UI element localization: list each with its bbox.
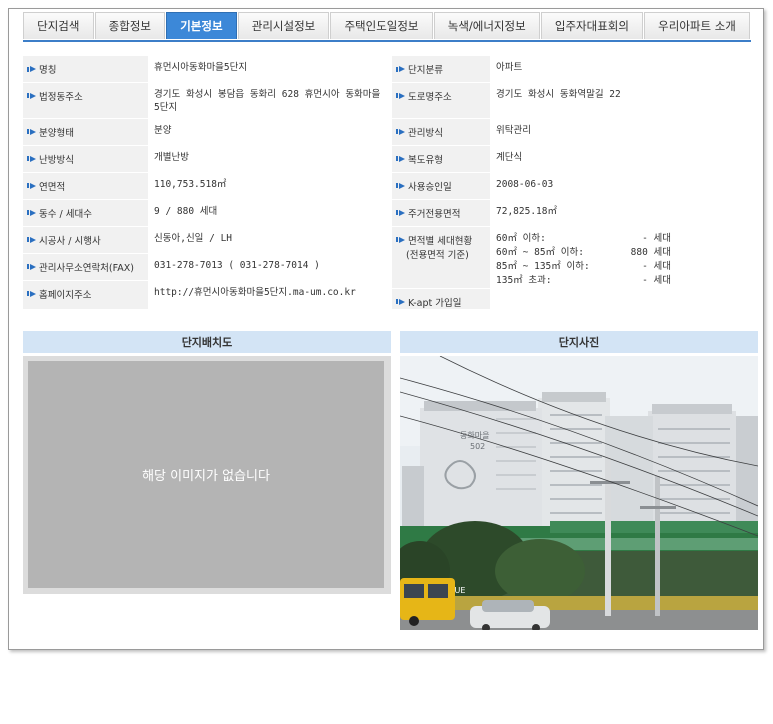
bullet-icon: [30, 155, 36, 162]
homepage-label: 홈페이지주소: [23, 280, 148, 310]
kapt-join-date-label: K-apt 가입일: [392, 288, 490, 310]
floor-area-value: 110,753.518㎡: [148, 172, 388, 200]
bullet-icon: [399, 298, 405, 305]
basic-info-table: 명칭 휴먼시아동화마을5단지 단지분류 아파트 법정동주소 경기도 화성시 봉담…: [23, 56, 758, 310]
corridor-type-value: 계단식: [490, 145, 758, 173]
bullet-icon: [30, 263, 36, 270]
units-by-area-label: 면적별 세대현황 (전용면적 기준): [392, 226, 490, 289]
bullet-icon: [399, 92, 405, 99]
bullet-icon: [399, 182, 405, 189]
buildings-households-label: 동수 / 세대수: [23, 199, 148, 227]
table-row: 동수 / 세대수 9 / 880 세대 주거전용면적 72,825.18㎡: [23, 199, 758, 227]
complex-photo: 동화마을 502 THE HUE: [400, 356, 758, 630]
bullet-icon: [30, 209, 36, 216]
bullet-icon: [399, 66, 405, 72]
road-address-value: 경기도 화성시 동화역말길 22: [490, 82, 758, 119]
table-row: 분양형태 분양 관리방식 위탁관리: [23, 118, 758, 146]
heating-label: 난방방식: [23, 145, 148, 173]
tab-basic-info[interactable]: 기본정보: [166, 12, 237, 39]
bullet-icon: [399, 209, 405, 216]
layout-map-panel: 해당 이미지가 없습니다: [23, 356, 391, 594]
bullet-icon: [30, 92, 36, 99]
tab-residents-council[interactable]: 입주자대표회의: [540, 12, 644, 39]
legal-address-value: 경기도 화성시 봉담읍 동화리 628 휴먼시아 동화마을 5단지: [148, 82, 388, 119]
table-row: 연면적 110,753.518㎡ 사용승인일 2008-06-03: [23, 172, 758, 200]
building-number-text: 502: [470, 442, 485, 451]
approval-date-value: 2008-06-03: [490, 172, 758, 200]
sale-type-label: 분양형태: [23, 118, 148, 146]
table-row: 명칭 휴먼시아동화마을5단지 단지분류 아파트: [23, 56, 758, 83]
table-row: 시공사 / 시행사 신동아,신일 / LH 면적별 세대현황 (전용면적 기준)…: [23, 226, 758, 289]
units-by-area-value: 60㎡ 이하: - 세대 60㎡ ~ 85㎡ 이하: 880 세대 85㎡ ~ 13…: [490, 226, 758, 289]
approval-date-label: 사용승인일: [392, 172, 490, 200]
heating-value: 개별난방: [148, 145, 388, 173]
builder-label: 시공사 / 시행사: [23, 226, 148, 254]
bullet-icon: [399, 128, 405, 135]
name-label: 명칭: [23, 56, 148, 83]
buildings-households-value: 9 / 880 세대: [148, 199, 388, 227]
category-label: 단지분류: [392, 56, 490, 83]
exclusive-area-label: 주거전용면적: [392, 199, 490, 227]
building-sign-text: 동화마을: [460, 431, 489, 440]
road-address-label: 도로명주소: [392, 82, 490, 119]
table-row: 난방방식 개별난방 복도유형 계단식: [23, 145, 758, 173]
main-panel: 단지검색 종합정보 기본정보 관리시설정보 주택인도일정보 녹색/에너지정보 입…: [8, 8, 764, 650]
bullet-icon: [399, 155, 405, 162]
no-image-placeholder: 해당 이미지가 없습니다: [28, 361, 384, 588]
floor-area-label: 연면적: [23, 172, 148, 200]
tab-energy-info[interactable]: 녹색/에너지정보: [433, 12, 540, 39]
bullet-icon: [30, 236, 36, 243]
table-row: 법정동주소 경기도 화성시 봉담읍 동화리 628 휴먼시아 동화마을 5단지 …: [23, 82, 758, 119]
bullet-icon: [30, 182, 36, 189]
office-contact-value: 031-278-7013 ( 031-278-7014 ): [148, 253, 388, 281]
homepage-value[interactable]: http://휴먼시아동화마을5단지.ma-um.co.kr: [148, 280, 388, 310]
layout-map-header: 단지배치도: [23, 331, 391, 353]
bullet-icon: [30, 66, 36, 72]
exclusive-area-value: 72,825.18㎡: [490, 199, 758, 227]
management-type-value: 위탁관리: [490, 118, 758, 146]
office-contact-label: 관리사무소연락처(FAX): [23, 253, 148, 281]
tab-overview[interactable]: 종합정보: [94, 12, 166, 39]
tab-facility-info[interactable]: 관리시설정보: [237, 12, 330, 39]
tab-delivery-info[interactable]: 주택인도일정보: [330, 12, 433, 39]
tab-apartment-intro[interactable]: 우리아파트 소개: [644, 12, 750, 39]
corridor-type-label: 복도유형: [392, 145, 490, 173]
tab-complex-search[interactable]: 단지검색: [23, 12, 94, 39]
tab-bar: 단지검색 종합정보 기본정보 관리시설정보 주택인도일정보 녹색/에너지정보 입…: [23, 12, 751, 42]
complex-photo-header: 단지사진: [400, 331, 758, 353]
builder-value: 신동아,신일 / LH: [148, 226, 388, 254]
management-type-label: 관리방식: [392, 118, 490, 146]
kapt-join-date-value: [490, 288, 758, 310]
bullet-icon: [30, 290, 36, 297]
name-value: 휴먼시아동화마을5단지: [148, 56, 388, 83]
legal-address-label: 법정동주소: [23, 82, 148, 119]
bullet-icon: [399, 236, 405, 243]
sale-type-value: 분양: [148, 118, 388, 146]
category-value: 아파트: [490, 56, 758, 83]
bullet-icon: [30, 128, 36, 135]
